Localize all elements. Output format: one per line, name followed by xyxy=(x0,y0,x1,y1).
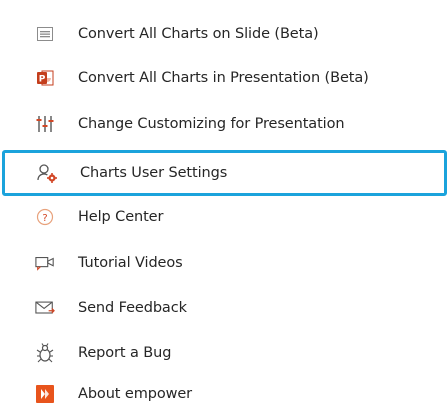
menu-item-send-feedback[interactable]: Send Feedback xyxy=(0,288,440,328)
menu-item-label: Report a Bug xyxy=(78,345,172,361)
menu-item-label: Change Customizing for Presentation xyxy=(78,116,345,132)
menu-item-change-customizing[interactable]: Change Customizing for Presentation xyxy=(0,104,440,144)
svg-text:?: ? xyxy=(42,213,47,224)
empower-dropdown-menu: Convert All Charts on Slide (Beta) P Con… xyxy=(0,0,447,419)
menu-item-charts-user-settings[interactable]: Charts User Settings xyxy=(2,150,447,196)
menu-item-label: Charts User Settings xyxy=(80,165,228,181)
menu-item-label: About empower xyxy=(78,386,193,402)
user-settings-icon xyxy=(37,163,57,183)
menu-item-label: Send Feedback xyxy=(78,300,187,316)
powerpoint-icon: P xyxy=(35,68,55,88)
menu-item-label: Help Center xyxy=(78,209,164,225)
empower-logo-icon xyxy=(35,384,55,404)
chart-slide-icon xyxy=(35,24,55,44)
menu-item-about-empower[interactable]: About empower xyxy=(0,374,440,414)
menu-item-report-bug[interactable]: Report a Bug xyxy=(0,333,440,373)
menu-item-convert-slide[interactable]: Convert All Charts on Slide (Beta) xyxy=(0,14,440,54)
svg-text:P: P xyxy=(39,75,46,85)
menu-item-label: Convert All Charts on Slide (Beta) xyxy=(78,26,319,42)
menu-item-help-center[interactable]: ? Help Center xyxy=(0,197,440,237)
menu-item-tutorial-videos[interactable]: Tutorial Videos xyxy=(0,243,440,283)
mail-icon xyxy=(35,298,55,318)
video-icon xyxy=(35,253,55,273)
menu-item-label: Convert All Charts in Presentation (Beta… xyxy=(78,70,369,86)
menu-item-convert-presentation[interactable]: P Convert All Charts in Presentation (Be… xyxy=(0,58,440,98)
menu-item-label: Tutorial Videos xyxy=(78,255,183,271)
bug-icon xyxy=(35,343,55,363)
help-icon: ? xyxy=(35,207,55,227)
sliders-icon xyxy=(35,114,55,134)
